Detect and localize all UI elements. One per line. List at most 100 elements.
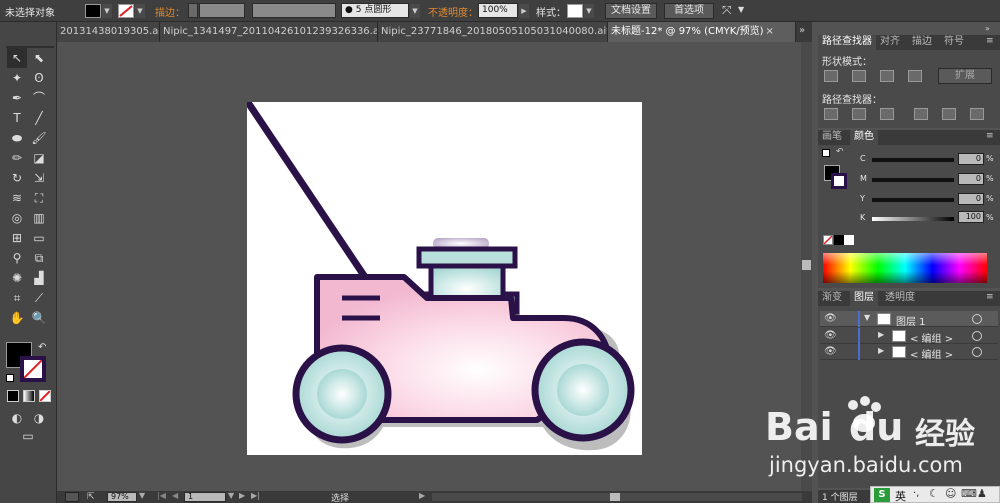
document-setup-button[interactable]: 文档设置: [605, 3, 657, 19]
expand-triangle-icon[interactable]: ▶: [878, 346, 884, 355]
last-page-icon[interactable]: ▶|: [251, 491, 260, 500]
zoom-field[interactable]: 97%: [107, 492, 137, 502]
collapse-panels-icon[interactable]: »: [985, 24, 990, 33]
hand-tool-icon[interactable]: ✋: [7, 308, 27, 328]
symbol-sprayer-icon[interactable]: ✺: [7, 268, 27, 288]
tab-document-3[interactable]: Nipic_23771846_20180505105031040080.ai*×: [378, 22, 608, 42]
first-page-icon[interactable]: |◀: [157, 491, 166, 500]
black-swatch[interactable]: [834, 235, 844, 245]
panel-menu-icon[interactable]: ≡: [986, 131, 994, 141]
rotate-tool-icon[interactable]: ↻: [7, 168, 27, 188]
artboard[interactable]: [245, 100, 642, 455]
tab-transparency[interactable]: 透明度: [881, 291, 919, 306]
column-graph-icon[interactable]: ▟: [29, 268, 49, 288]
share-icon[interactable]: ⇱: [87, 492, 99, 502]
trim-icon[interactable]: [852, 108, 866, 120]
expand-triangle-icon[interactable]: ▶: [878, 330, 884, 339]
moon-icon[interactable]: ☾: [929, 487, 939, 500]
type-tool-icon[interactable]: T: [7, 108, 27, 128]
next-page-icon[interactable]: ▶: [239, 491, 245, 500]
minus-back-icon[interactable]: [970, 108, 984, 120]
tab-document-2[interactable]: Nipic_1341497_20110426101239326336.ai*×: [160, 22, 378, 42]
stroke-stepper[interactable]: [188, 3, 198, 18]
ellipse-tool-icon[interactable]: ⬬: [7, 128, 27, 148]
tab-gradient[interactable]: 渐变: [818, 291, 846, 306]
paintbrush-icon[interactable]: 🖌: [29, 128, 49, 148]
eraser-icon[interactable]: ◪: [29, 148, 49, 168]
pencil-icon[interactable]: ✏: [7, 148, 27, 168]
stroke-dropdown[interactable]: ▼: [135, 4, 145, 18]
color-mode-icon[interactable]: [7, 390, 19, 402]
cyan-value[interactable]: 0: [958, 153, 984, 165]
exclude-icon[interactable]: [908, 70, 922, 82]
screen-mode-icon[interactable]: ▭: [18, 426, 38, 446]
ime-mode[interactable]: 英: [895, 488, 906, 503]
intersect-icon[interactable]: [880, 70, 894, 82]
none-mode-icon[interactable]: [39, 390, 51, 402]
variable-width-field[interactable]: [252, 3, 336, 18]
crop-icon[interactable]: [914, 108, 928, 120]
mesh-tool-icon[interactable]: ⊞: [7, 228, 27, 248]
tab-pathfinder[interactable]: 路径查找器: [818, 35, 876, 50]
black-slider[interactable]: [872, 217, 954, 221]
previous-page-icon[interactable]: ◀: [172, 491, 178, 500]
tab-document-4[interactable]: 未标题-12* @ 97% (CMYK/预览) ×: [608, 22, 796, 42]
cyan-slider[interactable]: [872, 158, 954, 162]
group-name[interactable]: < 编组 >: [910, 346, 953, 361]
stroke-swatch[interactable]: [118, 4, 134, 18]
expand-button[interactable]: 扩展: [938, 68, 992, 84]
brush-definition[interactable]: ● 5 点圆形: [341, 3, 409, 18]
swap-colors-icon[interactable]: ↶: [38, 342, 46, 353]
panel-menu-icon[interactable]: ≡: [986, 292, 994, 302]
merge-icon[interactable]: [880, 108, 894, 120]
fill-dropdown[interactable]: ▼: [102, 4, 112, 18]
preferences-button[interactable]: 首选项: [664, 3, 714, 19]
yellow-slider[interactable]: [872, 198, 954, 202]
default-colors-icon[interactable]: [822, 149, 830, 157]
default-colors-icon[interactable]: [6, 374, 14, 382]
group-name[interactable]: < 编组 >: [910, 330, 953, 345]
target-circle-icon[interactable]: [972, 331, 982, 341]
swap-colors-icon[interactable]: ↶: [836, 147, 844, 157]
draw-mode-icon[interactable]: ◐: [7, 408, 27, 428]
gradient-tool-icon[interactable]: ▭: [29, 228, 49, 248]
visibility-eye-icon[interactable]: 👁: [824, 346, 837, 357]
draw-inside-icon[interactable]: ◑: [29, 408, 49, 428]
tab-overflow-icon[interactable]: »: [799, 25, 805, 36]
layer-name[interactable]: 图层 1: [896, 313, 926, 328]
shape-builder-icon[interactable]: ◎: [7, 208, 27, 228]
smile-icon[interactable]: ☺: [945, 487, 956, 500]
magenta-value[interactable]: 0: [958, 173, 984, 185]
opacity-field[interactable]: 100%: [478, 3, 518, 18]
white-swatch[interactable]: [844, 235, 854, 245]
style-dropdown[interactable]: ▼: [584, 4, 594, 18]
color-stroke-box[interactable]: [831, 173, 847, 189]
zoom-dropdown-icon[interactable]: ▼: [139, 491, 145, 500]
blend-tool-icon[interactable]: ⧉: [29, 248, 49, 268]
punctuation-icon[interactable]: ·,: [913, 488, 919, 499]
fill-swatch[interactable]: [85, 4, 101, 18]
layer-row-3[interactable]: 👁 ▶ < 编组 >: [820, 344, 998, 361]
status-icon-artboard[interactable]: [65, 492, 79, 502]
user-icon[interactable]: ♟: [977, 487, 987, 500]
layer-row-1[interactable]: 👁 ▼ 图层 1: [820, 311, 998, 328]
more-options-icon[interactable]: ▼: [738, 5, 744, 14]
visibility-eye-icon[interactable]: 👁: [824, 330, 837, 341]
stroke-weight-field[interactable]: [199, 3, 245, 18]
expand-triangle-icon[interactable]: ▼: [864, 313, 870, 322]
keyboard-icon[interactable]: ⌨: [961, 487, 977, 500]
arrange-icon[interactable]: ⤧: [722, 3, 732, 18]
page-field[interactable]: 1: [184, 492, 226, 502]
yellow-value[interactable]: 0: [958, 193, 984, 205]
free-transform-icon[interactable]: ⛶: [29, 188, 49, 208]
slice-tool-icon[interactable]: ⟋: [29, 288, 49, 308]
opacity-dropdown[interactable]: ▶: [519, 4, 529, 18]
outline-icon[interactable]: [942, 108, 956, 120]
brush-dropdown[interactable]: ▼: [410, 4, 420, 18]
stroke-label[interactable]: 描边：: [155, 4, 185, 19]
stroke-color-box[interactable]: [20, 356, 46, 382]
chart-tool-icon[interactable]: ▥: [29, 208, 49, 228]
target-circle-icon[interactable]: [972, 314, 982, 324]
minus-front-icon[interactable]: [852, 70, 866, 82]
horizontal-scrollbar[interactable]: [432, 493, 802, 501]
